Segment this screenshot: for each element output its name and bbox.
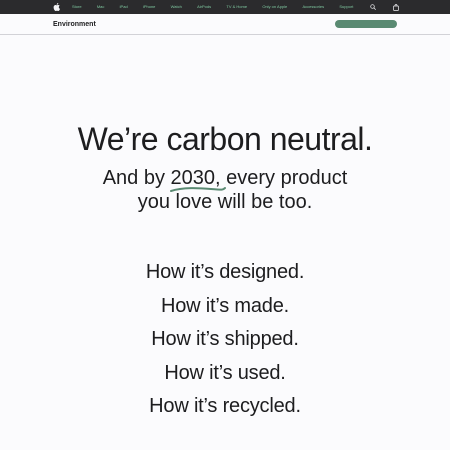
global-nav: Store Mac iPad iPhone Watch AirPods TV &…: [0, 0, 450, 14]
nav-item-tv-home[interactable]: TV & Home: [226, 0, 247, 14]
hero-sub-prefix: And by: [102, 167, 171, 189]
lifecycle-list: How it’s designed. How it’s made. How it…: [0, 256, 450, 424]
nav-item-watch[interactable]: Watch: [171, 0, 182, 14]
lifecycle-item-recycled[interactable]: How it’s recycled.: [0, 390, 450, 424]
nav-item-ipad[interactable]: iPad: [120, 0, 128, 14]
search-icon[interactable]: [369, 0, 377, 14]
apple-logo-icon[interactable]: [52, 2, 60, 12]
lifecycle-item-shipped[interactable]: How it’s shipped.: [0, 323, 450, 357]
hero-section: We’re carbon neutral. And by 2030, every…: [0, 120, 450, 214]
nav-item-mac[interactable]: Mac: [97, 0, 105, 14]
nav-item-iphone[interactable]: iPhone: [143, 0, 155, 14]
hero-sub-rest: , every product: [215, 167, 348, 189]
local-nav: Environment: [0, 14, 450, 35]
lifecycle-item-designed[interactable]: How it’s designed.: [0, 256, 450, 290]
hero-sub-line2: you love will be too.: [137, 191, 313, 213]
lifecycle-item-used[interactable]: How it’s used.: [0, 357, 450, 391]
hero-year-highlight: 2030: [169, 166, 226, 192]
nav-item-store[interactable]: Store: [72, 0, 82, 14]
local-nav-title[interactable]: Environment: [53, 21, 96, 28]
nav-item-accessories[interactable]: Accessories: [303, 0, 325, 14]
hero-subheadline: And by 2030, every product you love will…: [0, 166, 450, 214]
local-nav-action-button[interactable]: [335, 20, 397, 28]
nav-items: Store Mac iPad iPhone Watch AirPods TV &…: [72, 0, 400, 14]
shopping-bag-icon[interactable]: [392, 0, 400, 14]
nav-item-airpods[interactable]: AirPods: [197, 0, 211, 14]
hero-headline: We’re carbon neutral.: [77, 121, 373, 157]
scribble-underline-icon: [169, 187, 226, 192]
lifecycle-item-made[interactable]: How it’s made.: [0, 290, 450, 324]
nav-item-only-on-apple[interactable]: Only on Apple: [262, 0, 287, 14]
nav-item-support[interactable]: Support: [339, 0, 353, 14]
